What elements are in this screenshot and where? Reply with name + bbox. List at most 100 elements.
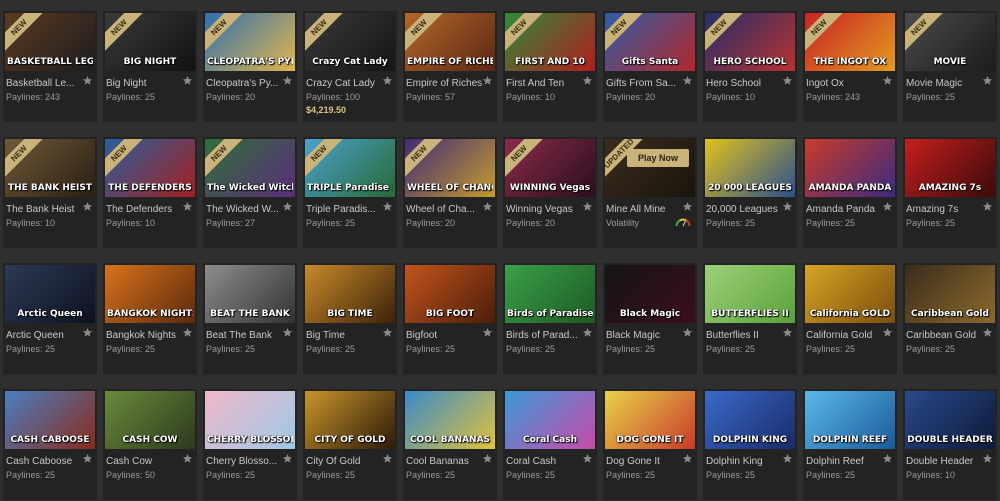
favorite-star-icon[interactable] (382, 327, 393, 338)
game-thumbnail[interactable]: DOUBLE HEADER (905, 391, 995, 449)
game-name[interactable]: Mine All Mine (606, 204, 684, 215)
game-thumbnail[interactable]: BIG TIME (305, 265, 395, 323)
game-name[interactable]: Gifts From Sa... (606, 78, 684, 89)
game-name[interactable]: Double Header (906, 456, 984, 467)
game-name[interactable]: Butterflies II (706, 330, 784, 341)
game-thumbnail[interactable]: BANGKOK NIGHTS (105, 265, 195, 323)
game-tile[interactable]: CITY OF GOLD City Of Gold Paylines: 25 (303, 389, 397, 500)
game-tile[interactable]: California GOLD California Gold Paylines… (803, 263, 897, 374)
game-tile[interactable]: CHERRY BLOSSOMS Cherry Blosso... Payline… (203, 389, 297, 500)
game-tile[interactable]: UPDATED Play Now Mine All Mine Volatility (603, 137, 697, 248)
game-thumbnail[interactable]: THE DEFENDERS NEW (105, 139, 195, 197)
game-thumbnail[interactable]: HERO SCHOOL NEW (705, 13, 795, 71)
favorite-star-icon[interactable] (282, 327, 293, 338)
game-name[interactable]: Amazing 7s (906, 204, 984, 215)
game-name[interactable]: Ingot Ox (806, 78, 884, 89)
game-tile[interactable]: THE BANK HEIST NEW The Bank Heist Paylin… (3, 137, 97, 248)
game-tile[interactable]: COOL BANANAS Cool Bananas Paylines: 25 (403, 389, 497, 500)
game-name[interactable]: Beat The Bank (206, 330, 284, 341)
favorite-star-icon[interactable] (782, 453, 793, 464)
favorite-star-icon[interactable] (582, 453, 593, 464)
favorite-star-icon[interactable] (882, 327, 893, 338)
game-tile[interactable]: HERO SCHOOL NEW Hero School Paylines: 10 (703, 11, 797, 122)
game-name[interactable]: The Bank Heist (6, 204, 84, 215)
game-thumbnail[interactable]: BUTTERFLIES II (705, 265, 795, 323)
game-name[interactable]: The Defenders (106, 204, 184, 215)
game-tile[interactable]: Black Magic Black Magic Paylines: 25 (603, 263, 697, 374)
favorite-star-icon[interactable] (982, 327, 993, 338)
game-thumbnail[interactable]: THE INGOT OX NEW (805, 13, 895, 71)
game-tile[interactable]: EMPIRE OF RICHES NEW Empire of Riches Pa… (403, 11, 497, 122)
game-thumbnail[interactable]: AMANDA PANDA (805, 139, 895, 197)
game-tile[interactable]: BANGKOK NIGHTS Bangkok Nights Paylines: … (103, 263, 197, 374)
game-thumbnail[interactable]: EMPIRE OF RICHES NEW (405, 13, 495, 71)
favorite-star-icon[interactable] (782, 75, 793, 86)
game-name[interactable]: Birds of Parad... (506, 330, 584, 341)
game-name[interactable]: Cash Caboose (6, 456, 84, 467)
favorite-star-icon[interactable] (782, 327, 793, 338)
favorite-star-icon[interactable] (982, 201, 993, 212)
game-thumbnail[interactable]: Coral Cash (505, 391, 595, 449)
game-thumbnail[interactable]: DOG GONE IT (605, 391, 695, 449)
favorite-star-icon[interactable] (582, 327, 593, 338)
game-tile[interactable]: FIRST AND 10 NEW First And Ten Paylines:… (503, 11, 597, 122)
game-tile[interactable]: WINNING Vegas NEW Winning Vegas Paylines… (503, 137, 597, 248)
favorite-star-icon[interactable] (382, 201, 393, 212)
game-name[interactable]: Dolphin King (706, 456, 784, 467)
game-thumbnail[interactable]: 20 000 LEAGUES (705, 139, 795, 197)
game-tile[interactable]: BASKETBALL LEGENDS NEW Basketball Le... … (3, 11, 97, 122)
game-thumbnail[interactable]: TRIPLE Paradise Riches NEW (305, 139, 395, 197)
game-tile[interactable]: 20 000 LEAGUES 20,000 Leagues Paylines: … (703, 137, 797, 248)
favorite-star-icon[interactable] (182, 453, 193, 464)
game-name[interactable]: City Of Gold (306, 456, 384, 467)
game-name[interactable]: Hero School (706, 78, 784, 89)
game-thumbnail[interactable]: CASH CABOOSE (5, 391, 95, 449)
game-thumbnail[interactable]: BEAT THE BANK (205, 265, 295, 323)
favorite-star-icon[interactable] (382, 453, 393, 464)
favorite-star-icon[interactable] (582, 201, 593, 212)
favorite-star-icon[interactable] (982, 453, 993, 464)
favorite-star-icon[interactable] (982, 75, 993, 86)
game-thumbnail[interactable]: THE BANK HEIST NEW (5, 139, 95, 197)
game-name[interactable]: Big Time (306, 330, 384, 341)
favorite-star-icon[interactable] (482, 453, 493, 464)
favorite-star-icon[interactable] (882, 453, 893, 464)
game-thumbnail[interactable]: CLEOPATRA'S PYRAMID II NEW (205, 13, 295, 71)
favorite-star-icon[interactable] (182, 75, 193, 86)
game-tile[interactable]: DOUBLE HEADER Double Header Paylines: 10 (903, 389, 997, 500)
game-thumbnail[interactable]: AMAZING 7s (905, 139, 995, 197)
game-name[interactable]: Cleopatra's Py... (206, 78, 284, 89)
play-now-button[interactable]: Play Now (627, 149, 689, 167)
game-name[interactable]: Caribbean Gold (906, 330, 984, 341)
game-thumbnail[interactable]: COOL BANANAS (405, 391, 495, 449)
game-thumbnail[interactable]: CITY OF GOLD (305, 391, 395, 449)
game-thumbnail[interactable]: WINNING Vegas NEW (505, 139, 595, 197)
game-name[interactable]: Black Magic (606, 330, 684, 341)
game-tile[interactable]: BIG FOOT Bigfoot Paylines: 25 (403, 263, 497, 374)
game-name[interactable]: Movie Magic (906, 78, 984, 89)
game-tile[interactable]: WHEEL OF CHANCE II NEW Wheel of Cha... P… (403, 137, 497, 248)
game-tile[interactable]: DOG GONE IT Dog Gone It Paylines: 25 (603, 389, 697, 500)
game-name[interactable]: Bigfoot (406, 330, 484, 341)
favorite-star-icon[interactable] (182, 201, 193, 212)
game-thumbnail[interactable]: BASKETBALL LEGENDS NEW (5, 13, 95, 71)
game-name[interactable]: Bangkok Nights (106, 330, 184, 341)
game-tile[interactable]: Birds of Paradise Birds of Parad... Payl… (503, 263, 597, 374)
favorite-star-icon[interactable] (482, 75, 493, 86)
game-name[interactable]: The Wicked W... (206, 204, 284, 215)
game-name[interactable]: California Gold (806, 330, 884, 341)
game-name[interactable]: Cherry Blosso... (206, 456, 284, 467)
game-tile[interactable]: CASH CABOOSE Cash Caboose Paylines: 25 (3, 389, 97, 500)
game-name[interactable]: Cash Cow (106, 456, 184, 467)
favorite-star-icon[interactable] (882, 75, 893, 86)
game-thumbnail[interactable]: CHERRY BLOSSOMS (205, 391, 295, 449)
favorite-star-icon[interactable] (82, 327, 93, 338)
game-tile[interactable]: CASH COW Cash Cow Paylines: 50 (103, 389, 197, 500)
game-tile[interactable]: TRIPLE Paradise Riches NEW Triple Paradi… (303, 137, 397, 248)
game-tile[interactable]: Caribbean Gold Caribbean Gold Paylines: … (903, 263, 997, 374)
game-tile[interactable]: Gifts Santa NEW Gifts From Sa... Payline… (603, 11, 697, 122)
game-tile[interactable]: CLEOPATRA'S PYRAMID II NEW Cleopatra's P… (203, 11, 297, 122)
game-name[interactable]: Wheel of Cha... (406, 204, 484, 215)
game-thumbnail[interactable]: Black Magic (605, 265, 695, 323)
favorite-star-icon[interactable] (882, 201, 893, 212)
